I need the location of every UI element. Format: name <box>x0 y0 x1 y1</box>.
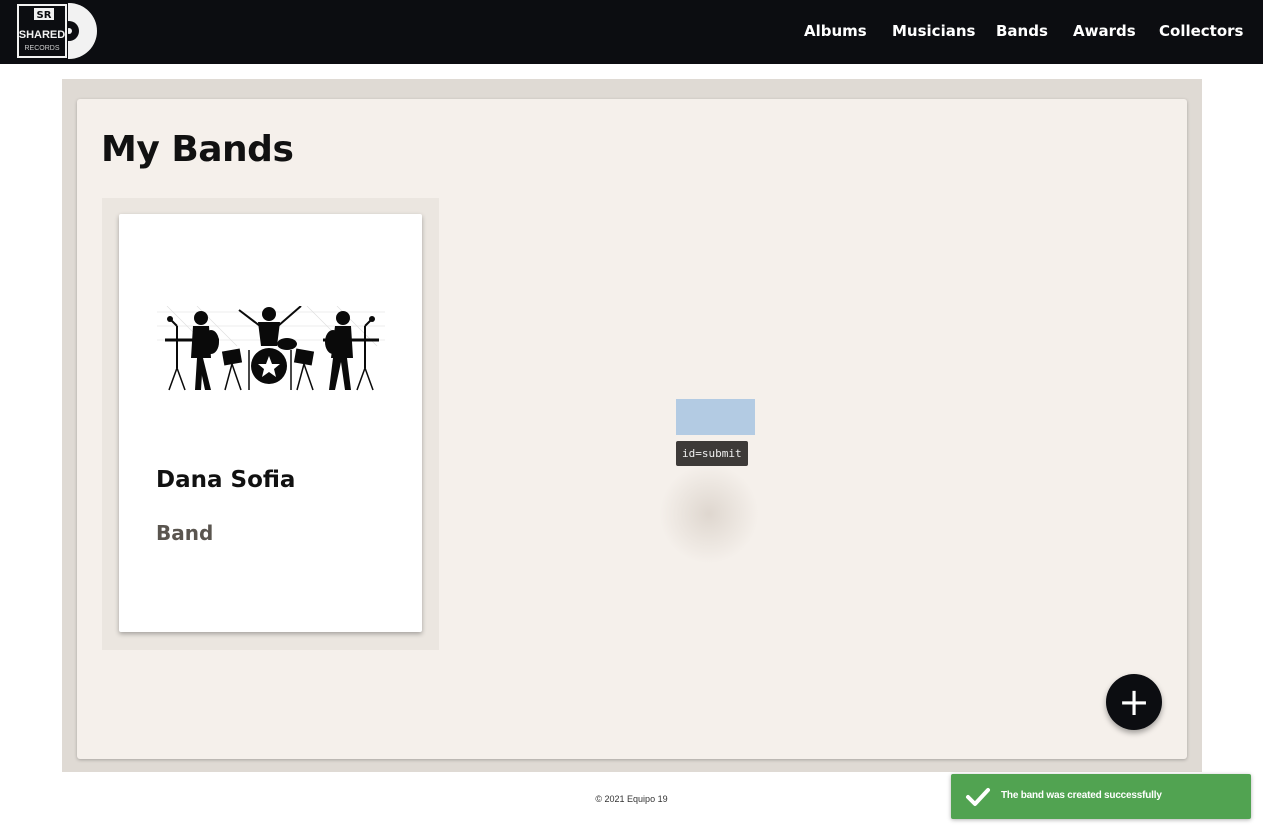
bands-panel: My Bands Dana Sofia Band + <box>77 99 1187 759</box>
content-wrapper: My Bands Dana Sofia Band + <box>62 79 1202 772</box>
success-toast[interactable]: The band was created successfully <box>951 774 1251 819</box>
checkmark-icon <box>965 786 991 808</box>
add-band-button[interactable]: + <box>1106 674 1162 730</box>
band-type: Band <box>156 521 214 545</box>
nav-item-musicians[interactable]: Musicians <box>892 22 975 40</box>
logo-text-main: SHARED <box>19 29 66 41</box>
top-navbar: SR SHARED RECORDS Albums Musicians Bands… <box>0 0 1263 64</box>
ripple-shadow <box>659 464 759 564</box>
toast-message: The band was created successfully <box>1001 790 1162 801</box>
band-card[interactable]: Dana Sofia Band <box>119 214 422 632</box>
page-title: My Bands <box>101 129 294 170</box>
logo-text-sub: RECORDS <box>24 45 59 52</box>
band-name: Dana Sofia <box>156 467 296 493</box>
nav-item-bands[interactable]: Bands <box>996 22 1048 40</box>
band-card-slot: Dana Sofia Band <box>102 198 439 650</box>
logo-text-top: SR <box>37 10 52 21</box>
submit-highlight[interactable] <box>676 399 755 435</box>
element-id-tooltip: id=submit <box>676 441 748 466</box>
band-silhouette-illustration <box>157 305 385 392</box>
nav-item-albums[interactable]: Albums <box>804 22 867 40</box>
nav-item-collectors[interactable]: Collectors <box>1159 22 1243 40</box>
shared-records-logo[interactable]: SR SHARED RECORDS <box>16 3 100 59</box>
nav-item-awards[interactable]: Awards <box>1073 22 1136 40</box>
